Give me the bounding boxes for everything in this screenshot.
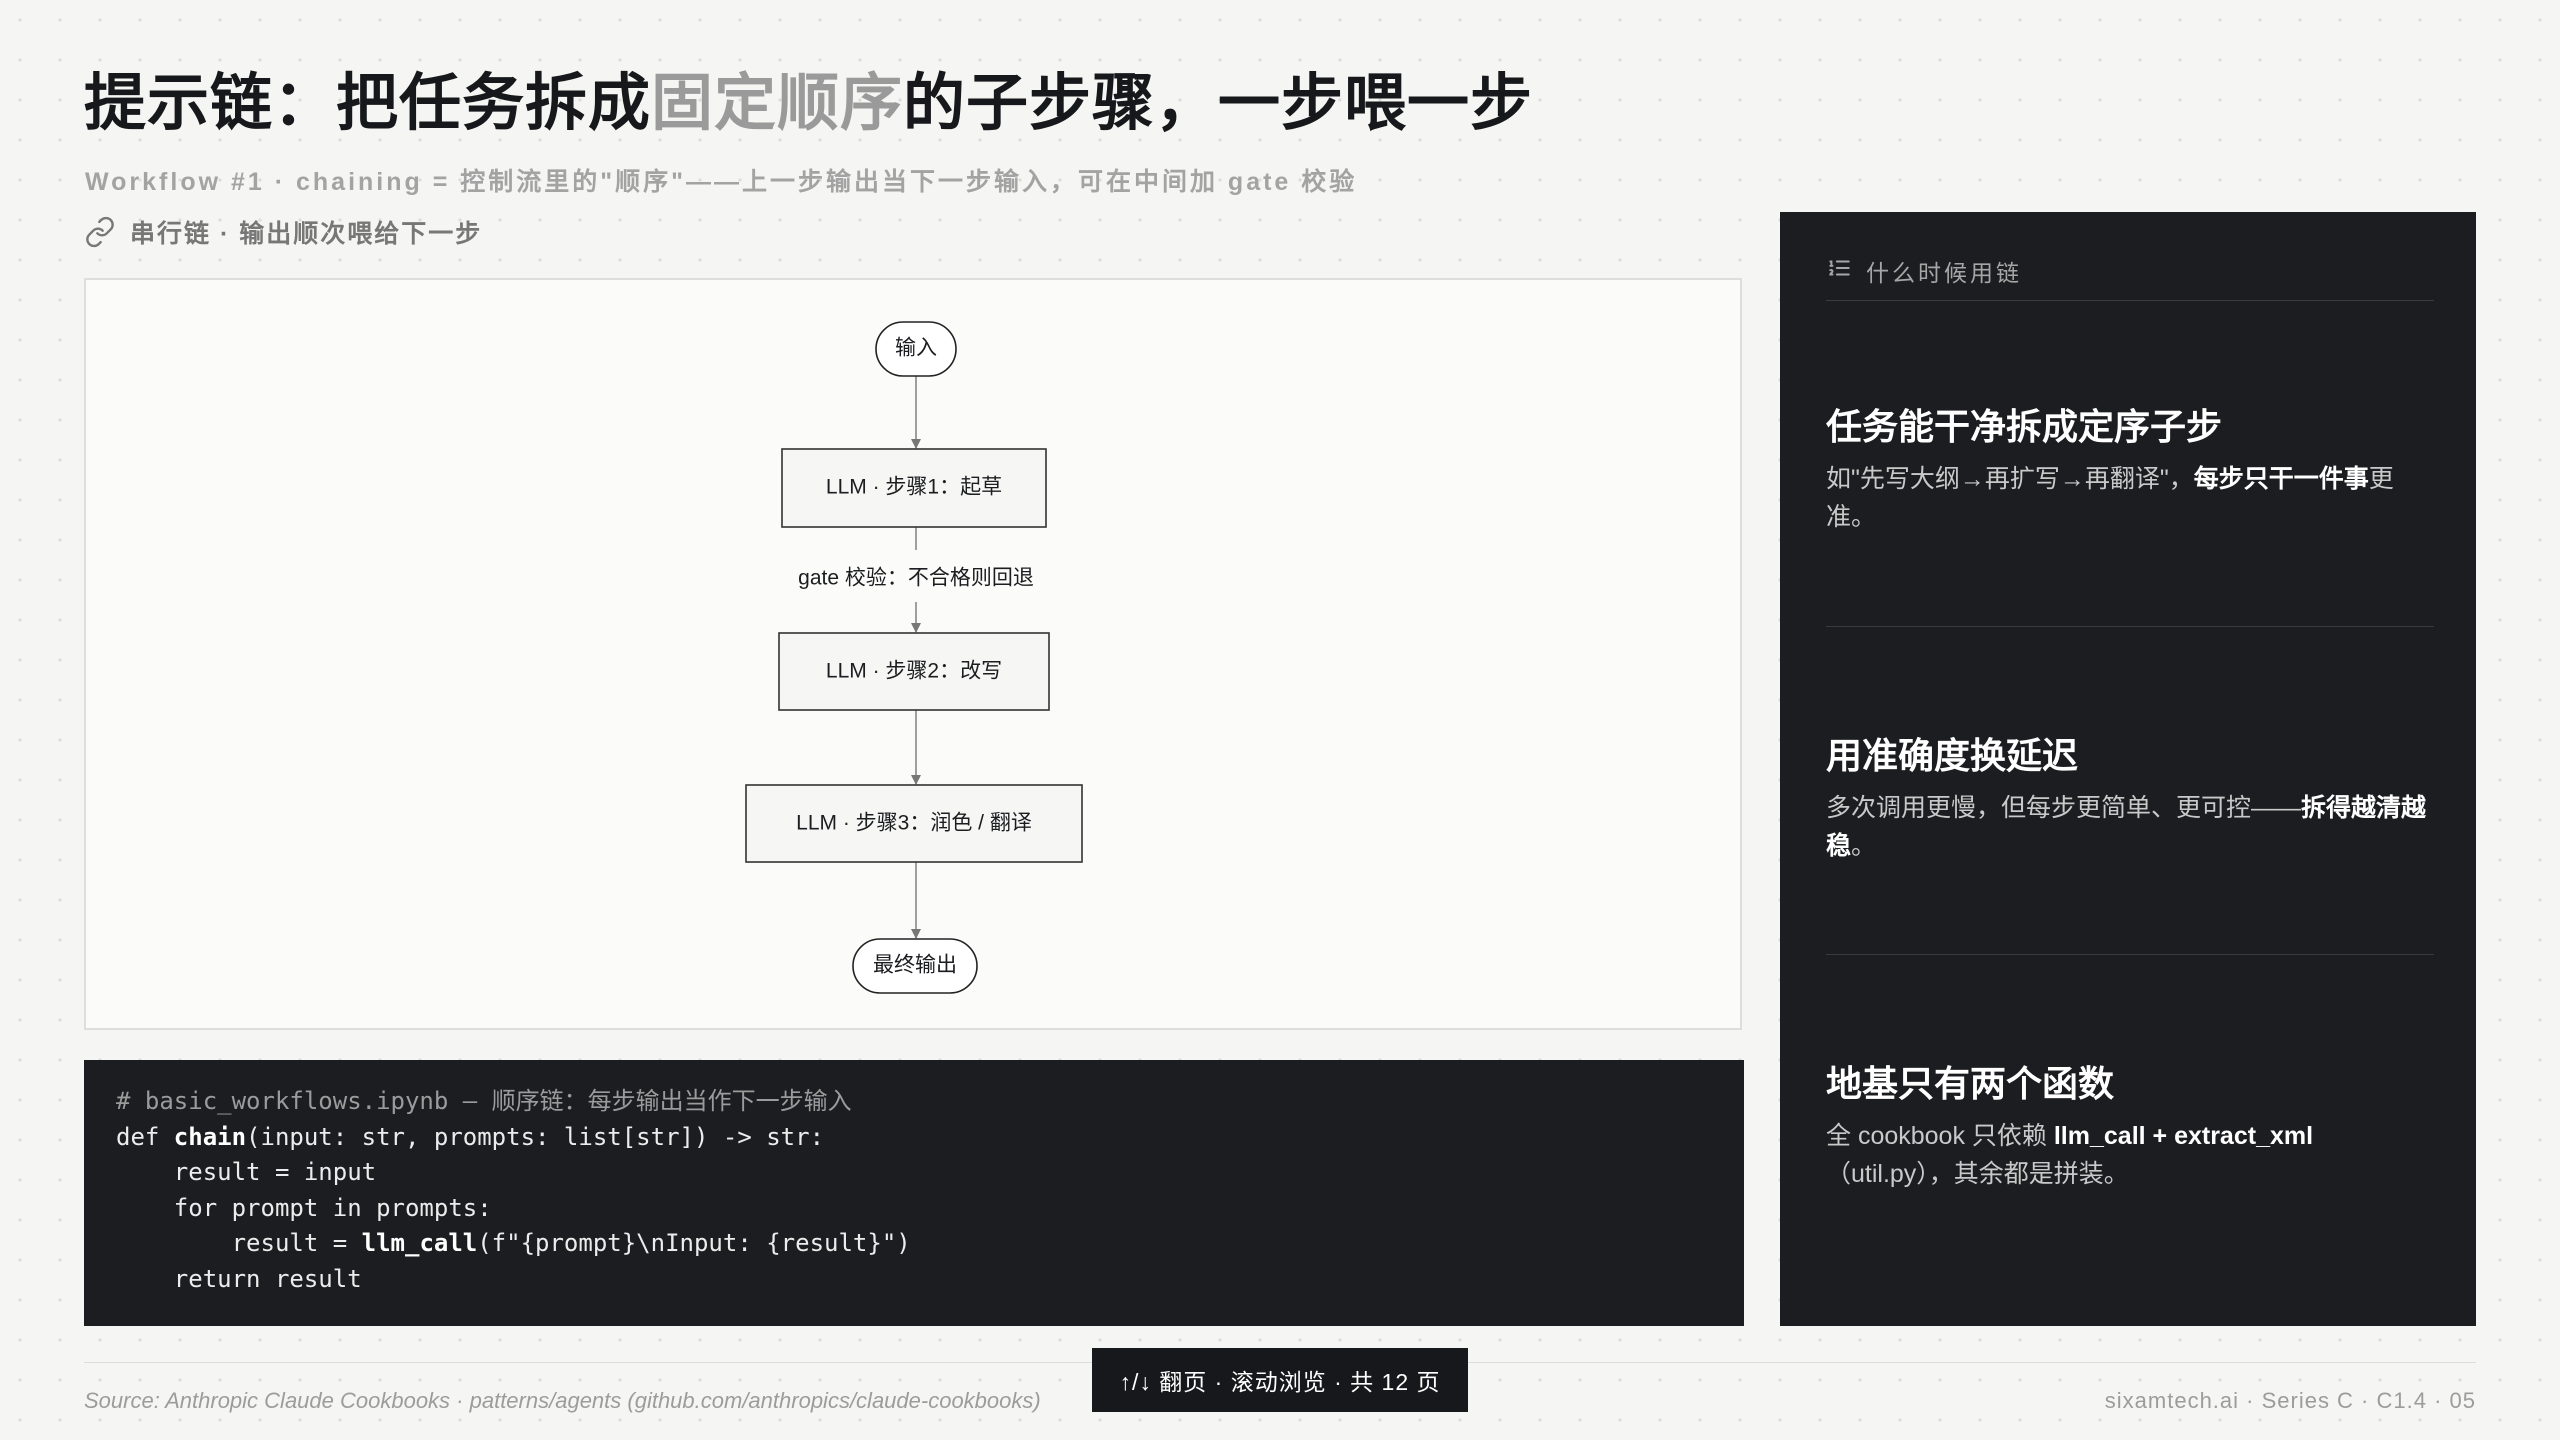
code-line: result = input [116,1158,377,1186]
panel-item-desc: 如"先写大纲→再扩写→再翻译"，每步只干一件事更准。 [1826,465,2394,531]
code-line: for prompt in prompts: [116,1193,492,1222]
page-title: 提示链：把任务拆成固定顺序的子步骤，一步喂一步 [84,52,1533,142]
flow-step1-label: LLM · 步骤1：起草 [826,476,1002,499]
panel-item: 用准确度换延迟 多次调用更慢，但每步更简单、更可控——拆得越清越稳。 [1826,727,2434,865]
panel-divider [1826,954,2434,955]
page-subtitle: Workflow #1 · chaining = 控制流里的"顺序"——上一步输… [85,168,1358,196]
panel-heading: 什么时候用链 [1826,254,2434,301]
title-suffix: 的子步骤，一步喂一步 [903,66,1534,139]
code-line: return result [116,1264,362,1293]
title-highlight: 固定顺序 [651,66,904,139]
panel-divider [1826,626,2434,627]
flow-diagram: 输入 LLM · 步骤1：起草 gate 校验：不合格则回退 LLM · 步骤2… [84,278,1742,1030]
panel-item: 任务能干净拆成定序子步 如"先写大纲→再扩写→再翻译"，每步只干一件事更准。 [1826,398,2434,536]
panel-item-desc: 多次调用更慢，但每步更简单、更可控——拆得越清越稳。 [1826,794,2427,860]
code-comment: # basic_workflows.ipynb — 顺序链：每步输出当作下一步输… [116,1087,852,1115]
panel-item-title: 用准确度换延迟 [1826,735,2079,777]
list-icon [1829,260,1850,276]
panel-item-title: 地基只有两个函数 [1826,1063,2115,1105]
panel-item-title: 任务能干净拆成定序子步 [1826,406,2223,448]
page-nav-hint[interactable]: ↑/↓ 翻页 · 滚动浏览 · 共 12 页 [1092,1348,1468,1412]
flow-start-label: 输入 [895,337,937,360]
flow-step3-label: LLM · 步骤3：润色 / 翻译 [796,812,1032,835]
brand-label: sixamtech.ai · Series C · C1.4 · 05 [2104,1388,2476,1413]
link-icon [86,216,114,248]
section-label-text: 串行链 · 输出顺次喂给下一步 [130,220,483,248]
code-line: def chain(input: str, prompts: list[str]… [116,1122,825,1151]
section-label: 串行链 · 输出顺次喂给下一步 [84,214,482,250]
side-panel: 什么时候用链 任务能干净拆成定序子步 如"先写大纲→再扩写→再翻译"，每步只干一… [1780,212,2476,1326]
panel-item-desc: 全 cookbook 只依赖 llm_call + extract_xml（ut… [1826,1122,2314,1188]
panel-item: 地基只有两个函数 全 cookbook 只依赖 llm_call + extra… [1826,1055,2434,1193]
source-citation: Source: Anthropic Claude Cookbooks · pat… [84,1388,1041,1413]
flow-gate-label: gate 校验：不合格则回退 [798,567,1034,590]
title-prefix: 提示链：把任务拆成 [84,66,652,139]
code-line: result = llm_call(f"{prompt}\nInput: {re… [116,1229,911,1257]
code-snippet: # basic_workflows.ipynb — 顺序链：每步输出当作下一步输… [84,1060,1744,1326]
flow-step2-label: LLM · 步骤2：改写 [826,660,1002,683]
flow-end-label: 最终输出 [873,954,957,977]
panel-heading-text: 什么时候用链 [1866,260,2022,286]
